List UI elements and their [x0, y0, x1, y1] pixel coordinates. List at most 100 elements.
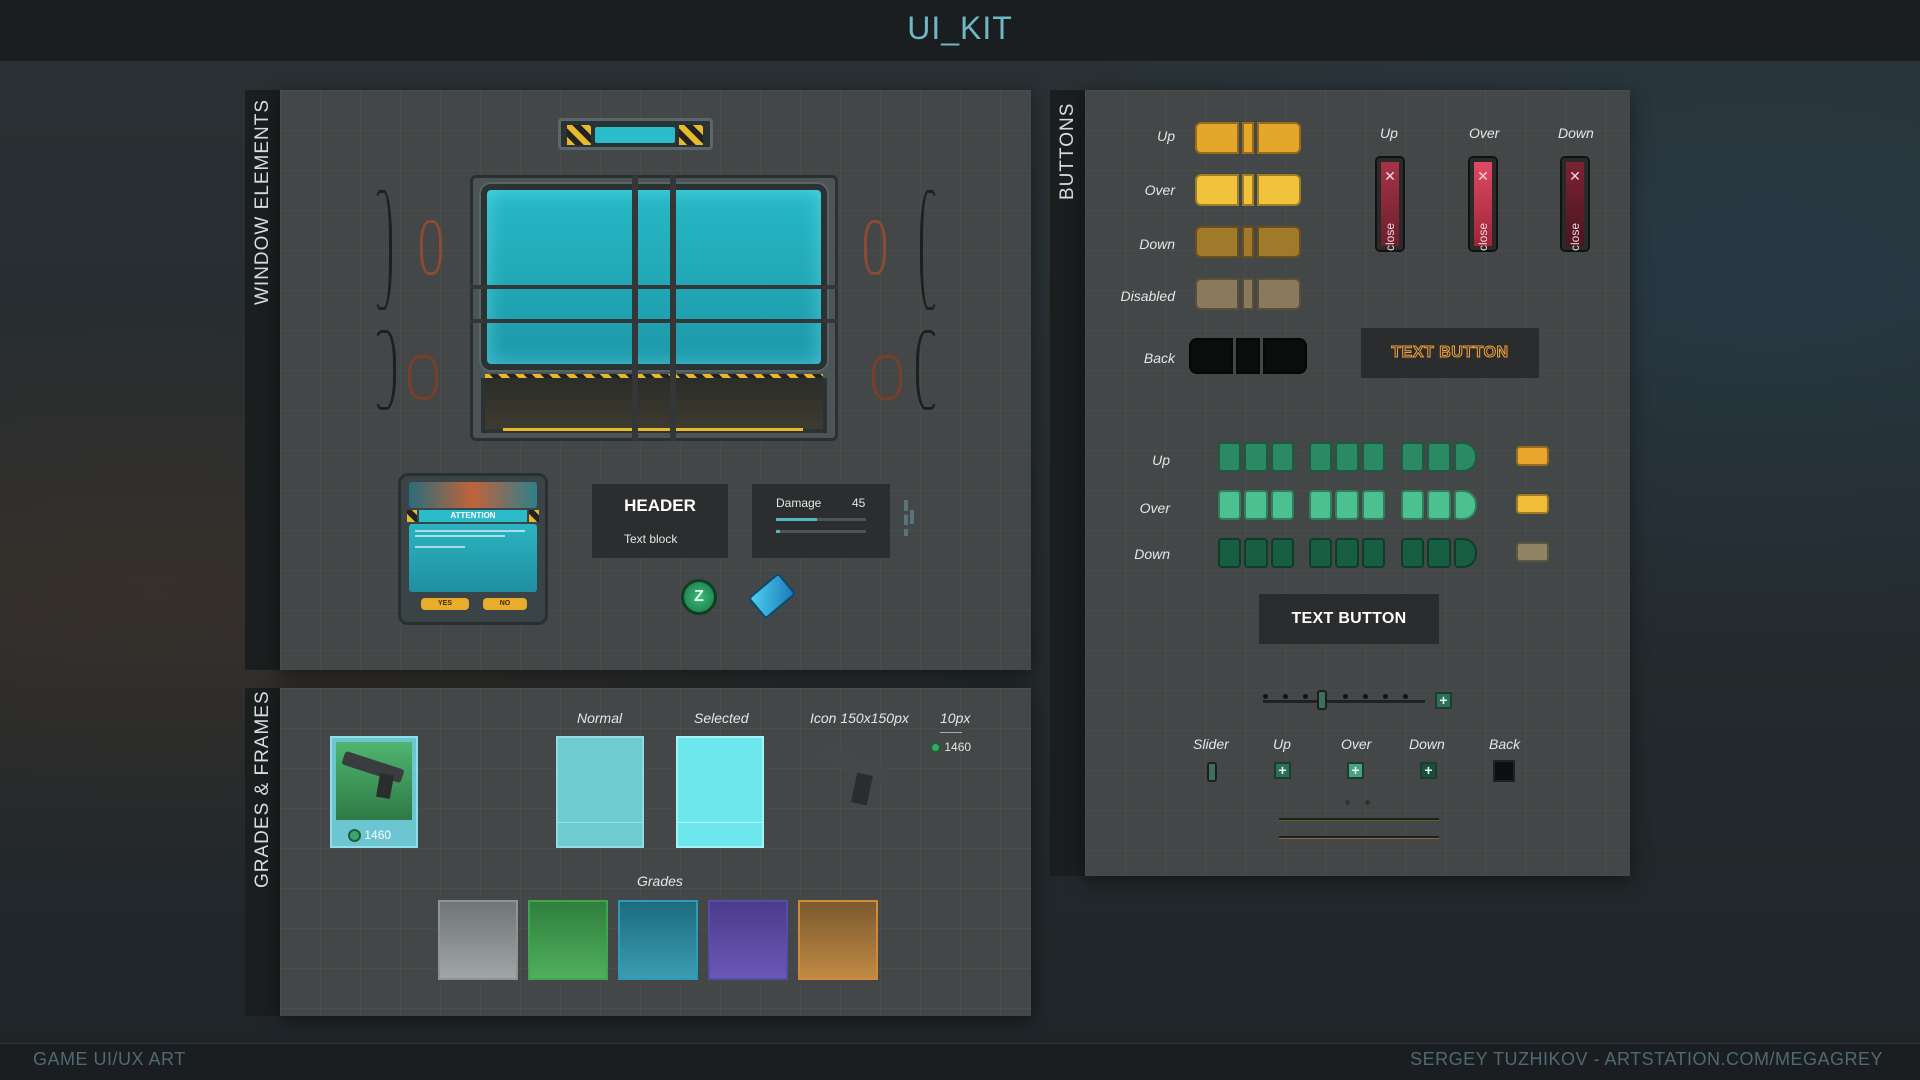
- damage-label: Damage: [776, 496, 822, 510]
- currency-coin-icon: Z: [681, 579, 717, 615]
- small-label-back: Back: [1489, 736, 1521, 752]
- back-square[interactable]: [1493, 760, 1515, 782]
- grade-blue: [618, 900, 698, 980]
- spacing-label: 10px: [940, 710, 971, 726]
- slice-line-v2: [670, 175, 676, 441]
- plus-button-down[interactable]: +: [1420, 762, 1437, 779]
- plus-button-up[interactable]: +: [1274, 762, 1291, 779]
- dialog-yes-button[interactable]: YES: [421, 598, 469, 610]
- screen-area: [481, 184, 827, 370]
- cable-left-top: [372, 190, 392, 310]
- buttons-tab: [1050, 90, 1086, 876]
- icon-size-label: Icon 150x150px: [810, 710, 909, 726]
- coin-icon: [348, 829, 361, 843]
- dialog-no-button[interactable]: NO: [483, 598, 527, 610]
- footer-left-text: GAME UI/UX ART: [33, 1049, 186, 1069]
- green-button-over-c[interactable]: [1401, 490, 1477, 520]
- small-label-slider: Slider: [1193, 736, 1229, 752]
- page-title: UI_KIT: [907, 10, 1013, 46]
- grade-gray: [438, 900, 518, 980]
- cable-right-bottom: [916, 330, 940, 410]
- green-state-down: Down: [1134, 546, 1170, 562]
- slot-selected[interactable]: [676, 736, 764, 848]
- yellow-state-disabled: Disabled: [1120, 288, 1175, 304]
- damage-bar-fill: [776, 518, 817, 521]
- grades-label: Grades: [637, 873, 683, 889]
- small-yellow-button-over[interactable]: [1516, 494, 1549, 514]
- window-elements-panel: ATTENTION YES NO HEADER Text block Damag…: [280, 90, 1031, 670]
- small-label-up: Up: [1273, 736, 1291, 752]
- yellow-state-over: Over: [1144, 182, 1175, 198]
- item-price: 1460: [364, 828, 392, 842]
- close-x-icon: ✕: [1477, 168, 1489, 184]
- green-button-up-b[interactable]: [1309, 442, 1385, 472]
- header-text-block: Text block: [624, 532, 678, 546]
- divider-line-2: [1279, 836, 1439, 839]
- yellow-button-down[interactable]: [1195, 226, 1301, 258]
- green-button-down-b[interactable]: [1309, 538, 1385, 568]
- close-state-over: Over: [1469, 125, 1500, 141]
- green-state-up: Up: [1152, 452, 1170, 468]
- header-title: HEADER: [624, 496, 696, 515]
- green-button-over-b[interactable]: [1309, 490, 1385, 520]
- text-button-orange[interactable]: TEXT BUTTON: [1361, 328, 1539, 378]
- yellow-state-back: Back: [1143, 350, 1175, 366]
- small-label-over: Over: [1341, 736, 1372, 752]
- green-state-over: Over: [1139, 500, 1170, 516]
- cable-left-inner2: [408, 355, 438, 400]
- slice-line-v1: [632, 175, 638, 441]
- yellow-button-up[interactable]: [1195, 122, 1301, 154]
- close-x-icon: ✕: [1384, 168, 1396, 184]
- pistol-icon-large: [819, 743, 892, 808]
- dialog-title: ATTENTION: [419, 510, 527, 522]
- slot-normal[interactable]: [556, 736, 644, 848]
- close-state-down: Down: [1558, 125, 1594, 141]
- header-text-box: HEADER Text block: [592, 484, 728, 558]
- cable-right-inner2: [872, 355, 902, 400]
- small-yellow-button-down[interactable]: [1516, 542, 1549, 562]
- cable-left-bottom: [372, 330, 396, 410]
- grade-orange: [798, 900, 878, 980]
- green-button-down-a[interactable]: [1218, 538, 1294, 568]
- yellow-state-up: Up: [1157, 128, 1175, 144]
- green-button-up-c[interactable]: [1401, 442, 1477, 472]
- close-x-icon: ✕: [1569, 168, 1581, 184]
- hazard-bar: [558, 118, 713, 150]
- yellow-button-disabled[interactable]: [1195, 278, 1301, 310]
- grade-green: [528, 900, 608, 980]
- pistol-icon: [341, 750, 405, 800]
- coin-icon-small: [930, 742, 941, 754]
- slider-handle[interactable]: [1317, 690, 1327, 710]
- cable-left-inner: [420, 220, 442, 275]
- grades-frames-panel: 1460 Normal Selected Icon 150x150px 10px…: [280, 688, 1031, 1016]
- main-window-frame: [470, 175, 838, 441]
- close-button-up[interactable]: ✕ close: [1377, 158, 1403, 251]
- plus-button-over[interactable]: +: [1347, 762, 1364, 779]
- green-button-over-a[interactable]: [1218, 490, 1294, 520]
- divider-line-1: [1279, 818, 1439, 821]
- slice-line-h1: [470, 285, 838, 289]
- item-slot-example[interactable]: 1460: [330, 736, 418, 848]
- green-button-down-c[interactable]: [1401, 538, 1477, 568]
- attention-dialog: ATTENTION YES NO: [398, 473, 548, 625]
- cable-right-inner: [864, 220, 886, 275]
- yellow-button-over[interactable]: [1195, 174, 1301, 206]
- yellow-state-down: Down: [1139, 236, 1175, 252]
- cable-right-top: [920, 190, 940, 310]
- green-button-up-a[interactable]: [1218, 442, 1294, 472]
- slider-plus-button[interactable]: +: [1435, 692, 1452, 709]
- damage-value: 45: [852, 496, 866, 510]
- slider-handle-sample[interactable]: [1207, 762, 1217, 782]
- footer-right-text: SERGEY TUZHIKOV - ARTSTATION.COM/MEGAGRE…: [1410, 1049, 1883, 1069]
- slider-track[interactable]: [1263, 700, 1425, 703]
- black-button-back[interactable]: [1189, 338, 1309, 374]
- scroll-indicator: [904, 500, 908, 536]
- slice-line-h2: [470, 319, 838, 323]
- close-button-over[interactable]: ✕ close: [1470, 158, 1496, 251]
- text-button-white[interactable]: TEXT BUTTON: [1259, 594, 1439, 644]
- keycard-icon: [747, 572, 797, 620]
- buttons-label: BUTTONS: [1057, 102, 1078, 200]
- small-yellow-button-up[interactable]: [1516, 446, 1549, 466]
- damage-stat-box: Damage 45: [752, 484, 890, 558]
- close-button-down[interactable]: ✕ close: [1562, 158, 1588, 251]
